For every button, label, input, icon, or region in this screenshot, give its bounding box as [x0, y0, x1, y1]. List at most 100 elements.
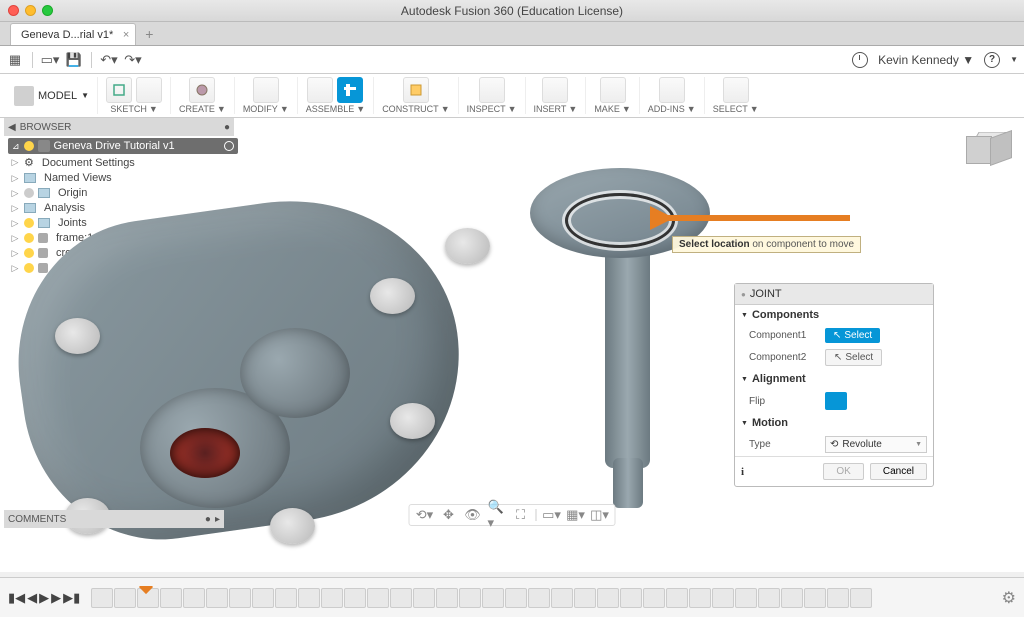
file-menu-button[interactable]: ▭▾ [41, 51, 59, 69]
save-button[interactable]: 💾 [65, 51, 83, 69]
pin-browser-icon[interactable]: ● [224, 122, 230, 133]
timeline-feature[interactable] [850, 588, 872, 608]
component1-select-button[interactable]: ↖ Select [825, 328, 880, 343]
component2-select-button[interactable]: ↖ Select [825, 349, 882, 366]
collapse-browser-icon[interactable]: ◀ [8, 122, 16, 133]
fit-icon[interactable]: ⛶ [512, 507, 530, 523]
joint-tool-icon[interactable] [337, 77, 363, 103]
timeline-feature[interactable] [160, 588, 182, 608]
timeline-feature[interactable] [597, 588, 619, 608]
timeline-feature[interactable] [804, 588, 826, 608]
new-tab-button[interactable]: + [138, 23, 160, 45]
make-icon[interactable] [600, 77, 626, 103]
browser-panel-header[interactable]: ◀ BROWSER ● [4, 118, 234, 136]
sketch-icon[interactable] [106, 77, 132, 103]
timeline-feature[interactable] [252, 588, 274, 608]
timeline-feature[interactable] [505, 588, 527, 608]
timeline-play-button[interactable]: ▶ [39, 590, 49, 606]
timeline-feature[interactable] [666, 588, 688, 608]
ribbon-group-insert[interactable]: INSERT▼ [525, 77, 586, 114]
model-rotor-component[interactable] [510, 168, 730, 518]
construct-icon[interactable] [403, 77, 429, 103]
info-icon[interactable]: i [741, 466, 744, 478]
timeline-feature[interactable] [91, 588, 113, 608]
timeline-start-button[interactable]: ▮◀ [8, 590, 25, 606]
components-section-header[interactable]: Components [735, 305, 933, 325]
sketch-icon-2[interactable] [136, 77, 162, 103]
timeline-track[interactable]: document.write(Array.from({length:34}).m… [91, 586, 990, 610]
timeline-feature[interactable] [298, 588, 320, 608]
data-panel-button[interactable]: ▦ [6, 51, 24, 69]
activate-radio-icon[interactable] [224, 141, 234, 151]
insert-icon[interactable] [542, 77, 568, 103]
timeline-feature[interactable] [551, 588, 573, 608]
joint-dialog[interactable]: JOINT Components Component1 ↖ Select Com… [734, 283, 934, 487]
assemble-icon-1[interactable] [307, 77, 333, 103]
timeline-feature[interactable] [781, 588, 803, 608]
ribbon-group-make[interactable]: MAKE▼ [585, 77, 638, 114]
timeline-feature[interactable] [367, 588, 389, 608]
ok-button[interactable]: OK [823, 463, 863, 480]
job-status-icon[interactable] [852, 52, 868, 68]
redo-button[interactable]: ↷▾ [124, 51, 142, 69]
timeline-feature[interactable] [321, 588, 343, 608]
joint-dialog-title[interactable]: JOINT [735, 284, 933, 305]
modify-icon[interactable] [253, 77, 279, 103]
display-settings-icon[interactable]: ▭▾ [543, 507, 561, 523]
comments-panel-header[interactable]: COMMENTS ● ▸ [4, 510, 224, 528]
create-icon[interactable] [189, 77, 215, 103]
timeline-feature[interactable] [827, 588, 849, 608]
help-button[interactable]: ? [984, 52, 1000, 68]
alignment-section-header[interactable]: Alignment [735, 369, 933, 389]
timeline-feature[interactable] [390, 588, 412, 608]
timeline-feature[interactable] [643, 588, 665, 608]
workspace-switcher[interactable]: MODEL ▼ [6, 80, 97, 112]
timeline-feature[interactable] [712, 588, 734, 608]
timeline-feature[interactable] [528, 588, 550, 608]
timeline-feature[interactable] [413, 588, 435, 608]
ribbon-group-assemble[interactable]: ASSEMBLE▼ [297, 77, 373, 114]
expand-comments-icon[interactable]: ▸ [215, 514, 220, 525]
timeline-feature[interactable] [275, 588, 297, 608]
ribbon-group-select[interactable]: SELECT▼ [704, 77, 767, 114]
timeline-feature[interactable] [183, 588, 205, 608]
timeline-feature[interactable] [574, 588, 596, 608]
tree-item-namedviews[interactable]: ▷Named Views [8, 171, 238, 185]
lightbulb-icon[interactable] [24, 141, 34, 151]
motion-type-dropdown[interactable]: ⟲ Revolute [825, 436, 927, 453]
timeline-feature[interactable] [344, 588, 366, 608]
timeline-feature[interactable] [620, 588, 642, 608]
ribbon-group-modify[interactable]: MODIFY▼ [234, 77, 297, 114]
timeline-feature[interactable] [482, 588, 504, 608]
timeline-feature[interactable] [114, 588, 136, 608]
ribbon-group-inspect[interactable]: INSPECT▼ [458, 77, 525, 114]
pin-comments-icon[interactable]: ● [205, 514, 211, 525]
timeline-step-back-button[interactable]: ◀ [27, 590, 37, 606]
tree-item-docsettings[interactable]: ▷⚙Document Settings [8, 155, 238, 170]
timeline-feature[interactable] [758, 588, 780, 608]
select-icon[interactable] [723, 77, 749, 103]
viewport-layout-icon[interactable]: ◫▾ [591, 507, 609, 523]
browser-root-node[interactable]: ⊿ Geneva Drive Tutorial v1 [8, 138, 238, 154]
addins-icon[interactable] [659, 77, 685, 103]
pan-icon[interactable]: ✥ [440, 507, 458, 523]
ribbon-group-addins[interactable]: ADD-INS▼ [639, 77, 704, 114]
timeline-feature[interactable] [459, 588, 481, 608]
timeline-end-button[interactable]: ▶▮ [63, 590, 80, 606]
ribbon-group-create[interactable]: CREATE▼ [170, 77, 234, 114]
look-icon[interactable]: 👁 [464, 507, 482, 523]
viewport-canvas[interactable]: ◀ BROWSER ● ⊿ Geneva Drive Tutorial v1 ▷… [0, 118, 1024, 572]
undo-button[interactable]: ↶▾ [100, 51, 118, 69]
flip-button[interactable] [825, 392, 847, 410]
inspect-icon[interactable] [479, 77, 505, 103]
timeline-feature[interactable] [206, 588, 228, 608]
timeline-feature[interactable] [229, 588, 251, 608]
document-tab[interactable]: Geneva D...rial v1* × [10, 23, 136, 45]
orbit-icon[interactable]: ⟲▾ [416, 507, 434, 523]
timeline-step-fwd-button[interactable]: ▶ [51, 590, 61, 606]
ribbon-group-sketch[interactable]: SKETCH▼ [97, 77, 170, 114]
timeline-feature[interactable] [436, 588, 458, 608]
view-cube[interactable] [966, 124, 1012, 170]
timeline-feature[interactable] [689, 588, 711, 608]
zoom-icon[interactable]: 🔍▾ [488, 507, 506, 523]
